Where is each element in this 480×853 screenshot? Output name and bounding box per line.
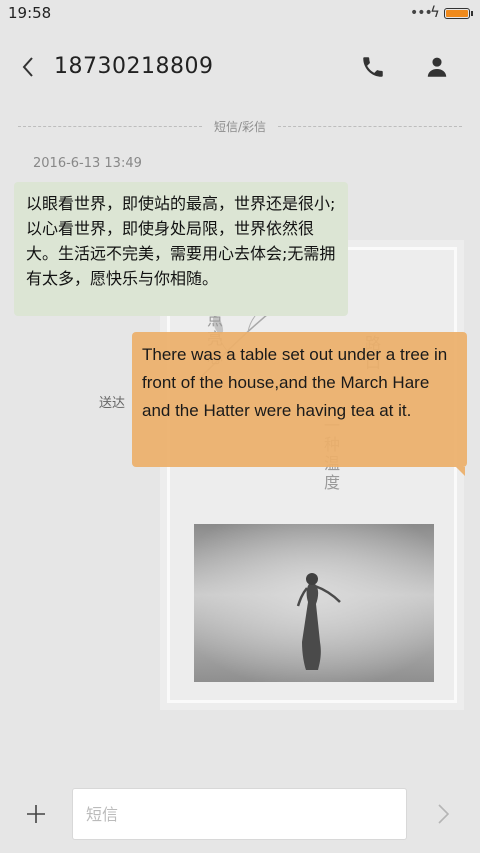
composer-bar — [0, 786, 480, 846]
delivery-status: 送达 — [99, 396, 126, 411]
divider-line-right — [278, 126, 462, 127]
contact-number-title: 18730218809 — [54, 54, 214, 79]
battery-icon — [444, 8, 473, 19]
message-timestamp: 2016-6-13 13:49 — [33, 156, 142, 171]
send-chevron-icon[interactable] — [432, 800, 456, 828]
status-time: 19:58 — [8, 4, 52, 22]
sent-message-text: There was a table set out under a tree i… — [142, 345, 448, 420]
bubble-tail — [456, 467, 465, 476]
back-chevron-icon[interactable] — [14, 52, 44, 82]
plus-icon[interactable] — [24, 802, 48, 826]
foggy-field-photo — [194, 524, 434, 682]
divider-line-left — [18, 126, 202, 127]
sent-message-bubble[interactable]: There was a table set out under a tree i… — [132, 332, 467, 476]
person-icon[interactable] — [424, 54, 450, 80]
message-input[interactable] — [72, 788, 407, 840]
received-message-bubble[interactable]: 以眼看世界，即使站的最高，世界还是很小;以心看世界，即使身处局限，世界依然很大。… — [14, 182, 348, 316]
charging-bolt-icon: ϟ — [430, 3, 440, 21]
battery-level — [446, 10, 468, 17]
image-text-center-char: 度 — [323, 473, 340, 492]
signal-dots-icon: ••• — [410, 5, 433, 21]
status-bar: 19:58 ••• ϟ — [0, 0, 480, 28]
message-type-divider: 短信/彩信 — [213, 120, 267, 134]
phone-icon[interactable] — [360, 54, 386, 80]
conversation-header: 18730218809 — [0, 40, 480, 96]
